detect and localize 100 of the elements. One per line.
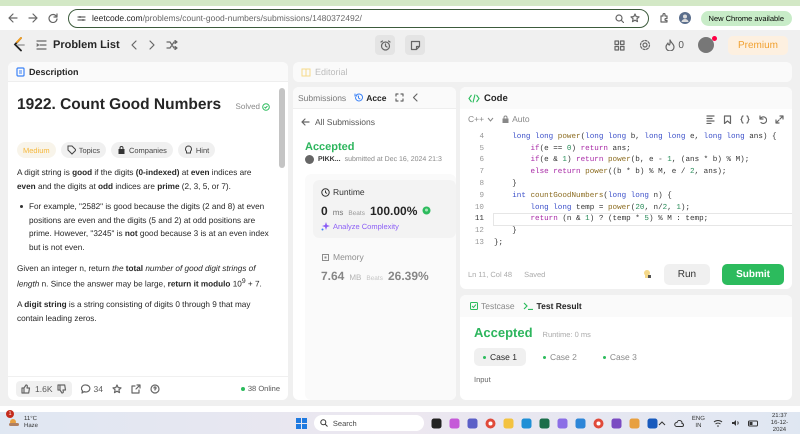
runtime-unit: ms [332,208,344,217]
taskbar-app-icon[interactable] [430,418,442,428]
problem-list-button[interactable]: Problem List [36,39,120,51]
memory-label: Memory [333,252,364,262]
book-icon [301,68,311,76]
forward-icon[interactable] [28,13,38,23]
case-tab[interactable]: Case 3 [594,348,646,366]
trophy-icon [422,206,432,215]
back-icon[interactable] [8,13,18,23]
star-icon[interactable] [630,13,640,23]
note-icon [410,40,420,50]
chevron-left-icon[interactable] [130,40,138,50]
chevron-right-icon[interactable] [148,40,156,50]
panel-tab[interactable]: Acce [354,92,387,102]
description-tab[interactable]: Description [29,66,79,76]
chevron-down-icon [487,116,494,122]
result-status: Accepted [474,325,533,340]
notes-button[interactable] [405,35,425,55]
share-icon[interactable] [130,384,141,394]
flame-icon[interactable] [665,39,676,51]
panel-tab[interactable]: Test Result [522,301,582,311]
notification-dot [712,36,717,41]
battery-icon[interactable] [748,420,759,426]
help-icon[interactable] [150,384,160,394]
like-button[interactable]: 1.6K [16,380,72,396]
reload-icon[interactable] [48,13,58,23]
list-icon [36,40,47,50]
maximize-icon[interactable] [394,93,404,102]
panel-tab[interactable]: Submissions [298,92,346,102]
solved-label: Solved [236,102,260,111]
case-tab[interactable]: Case 2 [534,348,586,366]
lock-icon [116,145,126,155]
wifi-icon[interactable] [712,419,723,427]
settings-icon[interactable] [639,39,652,51]
profile-avatar-icon[interactable] [678,12,691,24]
document-icon [16,66,25,76]
expand-icon[interactable] [775,114,784,124]
tag-icon [66,145,76,155]
memory-value: 7.64 [321,269,344,283]
user-avatar[interactable] [698,37,714,53]
language-dropdown[interactable]: C++ [468,114,494,124]
memory-unit: MB [349,273,362,282]
site-info-icon [77,14,86,22]
lock-icon [502,115,510,123]
timer-button[interactable] [375,35,395,55]
thumbs-up-icon [21,384,31,394]
run-button[interactable]: Run [664,264,710,284]
extension-icon[interactable] [658,13,669,23]
search-icon [320,419,328,427]
chevron-left-icon[interactable] [412,93,418,102]
comment-icon[interactable] [80,384,90,394]
logo-icon[interactable] [12,37,26,53]
user-avatar [305,155,314,164]
comment-count: 34 [94,384,103,394]
chevron-up-icon[interactable] [658,420,666,426]
all-submissions-link[interactable]: All Submissions [301,117,448,127]
undo-icon[interactable] [758,114,767,124]
runtime-label: Runtime [333,187,365,197]
paragraph: A digit string is good if the digits (0-indexed) at even indices are even and the digits at odd indices are prime (2, 3, 5, or 7). [17,167,252,193]
address-bar[interactable]: leetcode.com/problems/count-good-numbers/submissions/1480372492/ [68,8,649,28]
paragraph: A digit string is a string consisting of digits 0 through 9 that may contain leading zeros. [17,299,252,326]
runtime-beats: 100.00% [370,204,418,218]
code-icon [468,94,480,102]
memory-beats: 26.39% [388,269,429,283]
weather-icon[interactable] [8,417,20,427]
auto-mode-button[interactable]: Auto [502,114,530,124]
runtime-value: 0 [321,204,328,218]
url-text: leetcode.com/problems/count-good-numbers/submissions/1480372492/ [92,13,363,23]
braces-icon[interactable] [740,114,750,124]
code-tab[interactable]: Code [484,92,508,104]
case-tab[interactable]: Case 1 [474,348,526,366]
scrollbar-thumb[interactable] [279,88,285,168]
streak-count: 0 [678,40,684,50]
star-icon[interactable] [112,384,122,394]
thumbs-down-icon [56,384,66,394]
windows-start-icon[interactable] [296,418,307,428]
problem-title: 1922. Count Good Numbers [17,96,222,114]
history-icon [354,93,364,102]
lightbulb-icon [184,145,193,155]
online-dot [240,386,245,390]
chip-icon [321,252,330,262]
bookmark-icon[interactable] [723,114,732,124]
submission-status: Accepted [305,141,356,153]
check-circle-icon [262,102,270,110]
checkbox-icon [470,302,478,310]
alarm-clock-icon [380,40,390,50]
format-icon[interactable] [706,114,715,124]
paragraph: Given an integer n, return the total number of good digit strings of length n. Since the answer may be large, return it modulo 10$^{9}$ + 7. [17,262,263,291]
sparkle-icon [321,222,330,231]
bullet-dot [20,205,23,208]
lightbulb-icon[interactable] [642,269,652,279]
zoom-icon[interactable] [614,14,624,22]
speaker-icon[interactable] [730,419,740,427]
terminal-icon [522,302,534,310]
clock-icon [321,188,330,196]
shuffle-icon[interactable] [166,40,178,50]
bullet-text: For example, "2582" is good because the digits (2 and 8) at even positions are even and the digits (5 and 2) at odd positions are prime. However, "3245" is not good because 3 is at an even index but is not even. [29,201,270,254]
cloud-icon[interactable] [674,420,684,426]
arrow-left-icon [301,118,310,126]
layout-grid-icon[interactable] [614,40,626,50]
